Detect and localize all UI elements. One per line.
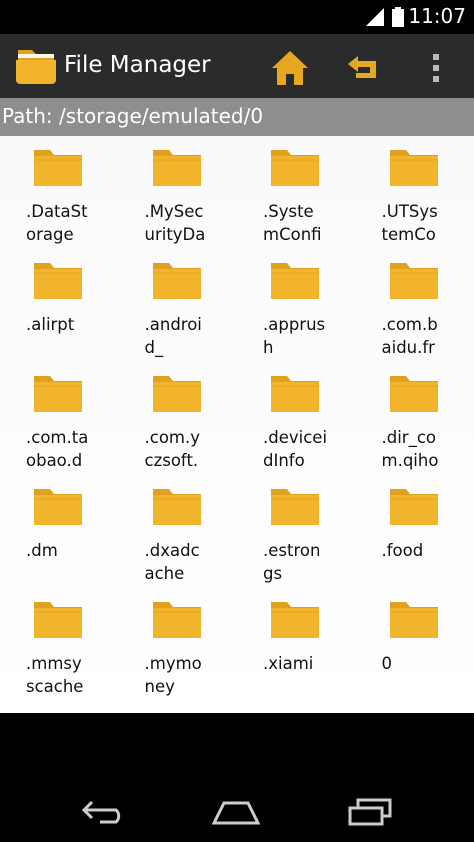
folder-label: .apprus h [263, 315, 326, 357]
app-title: File Manager [64, 52, 211, 78]
folder-label: .com.ta obao.d [26, 428, 89, 470]
folder-icon [389, 150, 438, 186]
path-label: Path: /storage/emulated/0 [2, 104, 264, 128]
folder-item[interactable]: .food [356, 481, 474, 594]
app-folder-icon [16, 50, 56, 84]
folder-label: .dxadc ache [144, 541, 200, 583]
folder-label: .xiami [263, 654, 314, 673]
folder-label: .UTSys temCo [381, 202, 438, 244]
folder-grid: .DataSt orage .MySec urityDa .Syste mConfi… [0, 136, 474, 713]
folder-icon [152, 376, 201, 412]
folder-label: .mmsy scache [26, 654, 84, 696]
folder-item[interactable]: .DataSt orage [0, 142, 119, 255]
folder-icon [152, 489, 201, 525]
action-bar: File Manager [0, 34, 474, 98]
folder-icon [271, 263, 319, 299]
folder-icon [271, 602, 319, 638]
folder-label: .dir_co m.qiho [381, 428, 439, 470]
folder-item[interactable]: .MySec urityDa [119, 142, 238, 255]
folder-icon [34, 489, 82, 525]
home-icon[interactable] [268, 48, 312, 88]
folder-icon [152, 602, 201, 638]
folder-item[interactable]: .UTSys temCo [356, 142, 474, 255]
folder-item[interactable]: .com.ta obao.d [0, 368, 119, 481]
overflow-menu-icon[interactable] [426, 50, 446, 86]
folder-icon [152, 150, 201, 186]
folder-icon [271, 376, 319, 412]
folder-label: .com.y czsoft. [144, 428, 201, 470]
nav-home-icon[interactable] [210, 799, 262, 825]
folder-item[interactable]: .xiami [237, 594, 356, 707]
folder-item[interactable]: .devicei dInfo [237, 368, 356, 481]
folder-item[interactable]: .mmsy scache [0, 594, 119, 707]
folder-item[interactable]: .mymo ney [119, 594, 238, 707]
folder-label: .MySec urityDa [144, 202, 206, 244]
path-bar: Path: /storage/emulated/0 [0, 98, 474, 136]
folder-label: .dm [26, 541, 58, 560]
folder-item[interactable]: .apprus h [237, 255, 356, 368]
folder-label: .alirpt [26, 315, 75, 334]
folder-label: .devicei dInfo [263, 428, 328, 470]
folder-icon [34, 602, 82, 638]
nav-recent-apps-icon[interactable] [346, 798, 394, 826]
folder-label: .food [381, 541, 424, 560]
folder-item[interactable]: .Syste mConfi [237, 142, 356, 255]
folder-icon [389, 263, 438, 299]
folder-item[interactable]: .dm [0, 481, 119, 594]
navigation-bar [0, 713, 474, 842]
nav-back-icon[interactable] [80, 798, 128, 824]
status-bar: 11:07 [0, 0, 474, 34]
folder-item[interactable]: .alirpt [0, 255, 119, 368]
folder-label: .estron gs [263, 541, 321, 583]
signal-icon [366, 8, 384, 26]
folder-icon [389, 602, 438, 638]
folder-label: .Syste mConfi [263, 202, 322, 244]
folder-item[interactable]: .dir_co m.qiho [356, 368, 474, 481]
folder-icon [34, 263, 82, 299]
folder-item[interactable]: .androi d_ [119, 255, 238, 368]
status-time: 11:07 [408, 4, 466, 28]
folder-icon [389, 489, 438, 525]
folder-item[interactable]: .com.b aidu.fr [356, 255, 474, 368]
battery-icon [392, 7, 404, 27]
folder-icon [271, 150, 319, 186]
folder-label: .com.b aidu.fr [381, 315, 438, 357]
folder-icon [34, 376, 82, 412]
folder-item[interactable]: 0 [356, 594, 474, 707]
folder-label: .DataSt orage [26, 202, 88, 244]
folder-label: .androi d_ [144, 315, 202, 357]
folder-label: 0 [381, 654, 393, 673]
folder-icon [271, 489, 319, 525]
folder-icon [389, 376, 438, 412]
folder-item[interactable]: .dxadc ache [119, 481, 238, 594]
folder-icon [152, 263, 201, 299]
folder-label: .mymo ney [144, 654, 202, 696]
folder-icon [34, 150, 82, 186]
folder-item[interactable]: .com.y czsoft. [119, 368, 238, 481]
folder-item[interactable]: .estron gs [237, 481, 356, 594]
back-arrow-icon[interactable] [342, 50, 386, 86]
